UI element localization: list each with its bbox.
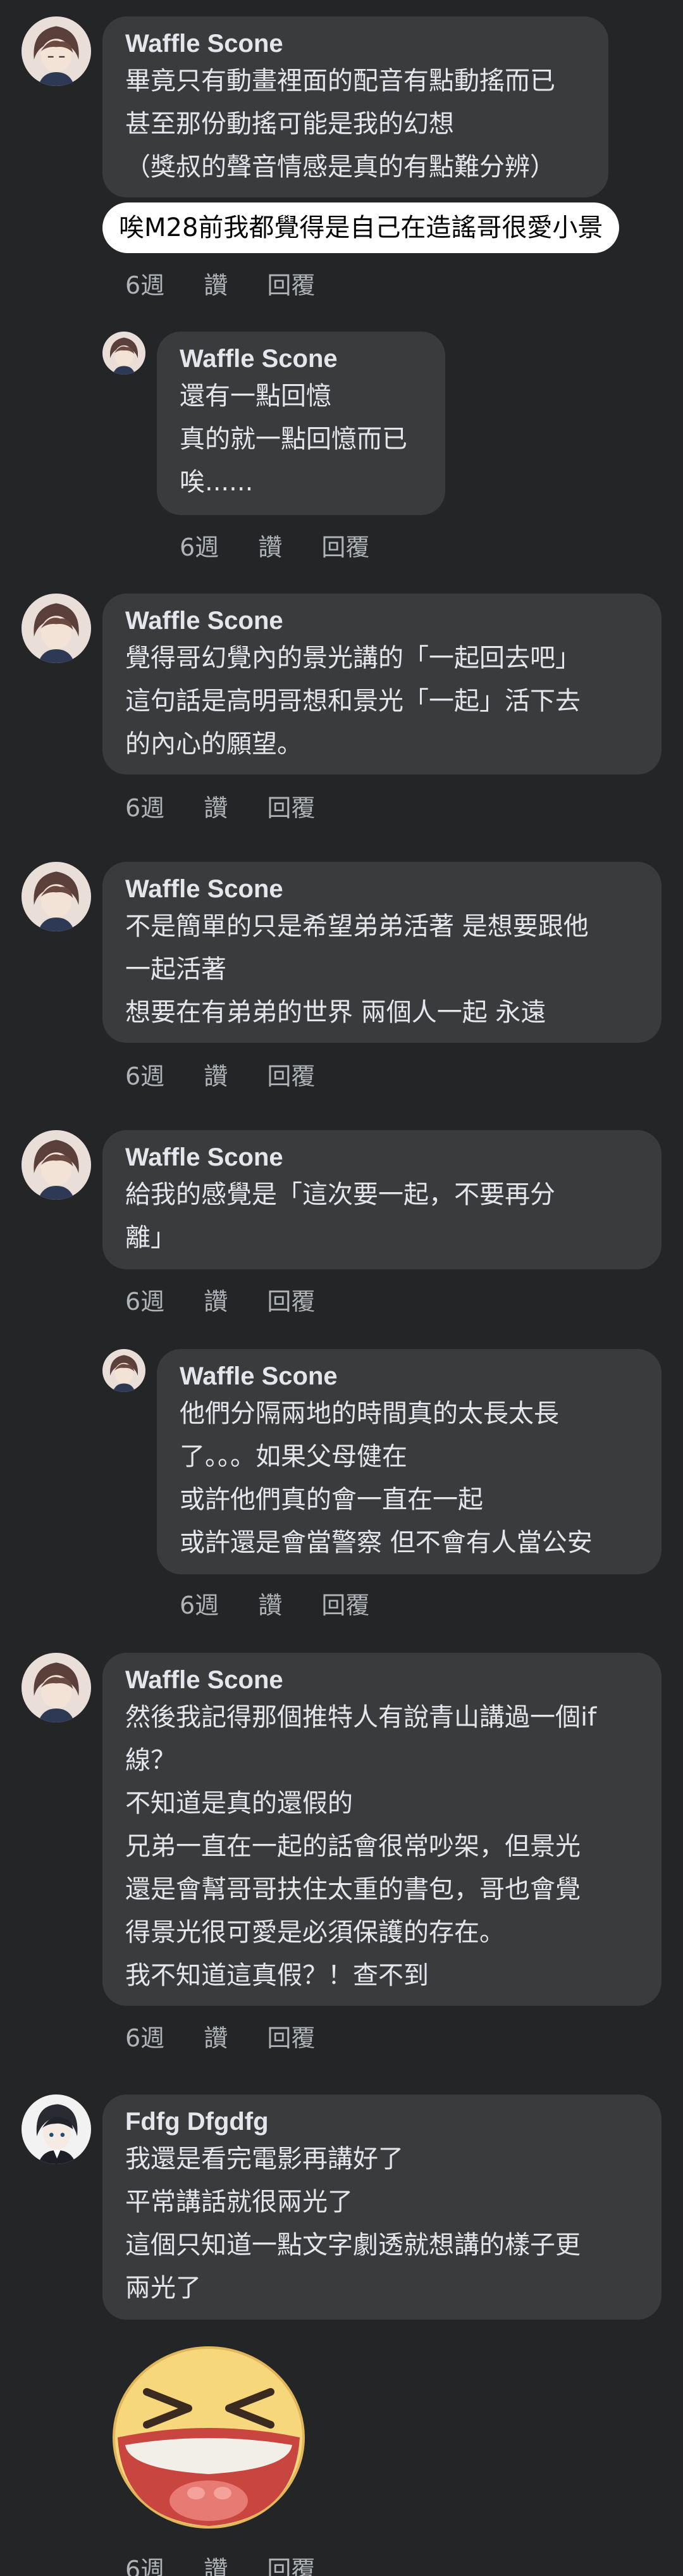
comment-actions: 6週 讚 回覆 <box>125 792 347 824</box>
comment-text-line: 我不知道這真假？！查不到 <box>125 1961 429 1990</box>
comment-text-line: 真的就一點回憶而已 <box>180 425 407 454</box>
anime-avatar-icon <box>22 16 91 86</box>
comment-actions: 6週 讚 回覆 <box>125 2554 347 2576</box>
avatar[interactable] <box>102 332 145 375</box>
anime-avatar-icon <box>22 594 91 663</box>
anime-avatar-icon <box>22 862 91 931</box>
author-name[interactable]: Waffle Scone <box>180 1360 639 1392</box>
avatar[interactable] <box>22 862 91 931</box>
avatar[interactable] <box>22 2094 91 2164</box>
comment-actions: 6週 讚 回覆 <box>180 532 401 563</box>
timestamp: 6週 <box>125 1288 165 1316</box>
comment-bubble: Waffle Scone 還有一點回憶 真的就一點回憶而已 唉...... <box>157 332 445 515</box>
comment-text-line: （獎叔的聲音情感是真的有點難分辨） <box>125 152 555 182</box>
comment-text-line: 的內心的願望。 <box>125 730 302 759</box>
comment-text-line: 這句話是高明哥想和景光「一起」活下去 <box>125 687 581 716</box>
avatar[interactable] <box>22 594 91 663</box>
author-name[interactable]: Waffle Scone <box>125 873 639 905</box>
like-button[interactable]: 讚 <box>204 1286 228 1317</box>
comment-text-line: 兩光了 <box>125 2274 201 2303</box>
comment-text-line: 給我的感覺是「這次要一起，不要再分 <box>125 1180 555 1209</box>
timestamp: 6週 <box>125 1062 165 1090</box>
comment-text-line: 我還是看完電影再講好了 <box>125 2144 403 2174</box>
like-button[interactable]: 讚 <box>204 2022 228 2054</box>
comment-text-line: 或許還是會當警察 但不會有人當公安 <box>180 1528 593 1557</box>
comment-text-line: 兄弟一直在一起的話會很常吵架，但景光 <box>125 1832 581 1861</box>
highlighted-comment-text: 唉M28前我都覺得是自己在造謠哥很愛小景 <box>102 202 620 253</box>
comment-actions: 6週 讚 回覆 <box>125 270 347 301</box>
comment-text-line: 不是簡單的只是希望弟弟活著 是想要跟他 <box>125 912 589 941</box>
comment-text-line: 唉...... <box>180 468 254 497</box>
laughing-face-sticker-icon <box>113 2346 305 2529</box>
comment-actions: 6週 讚 回覆 <box>180 1590 401 1621</box>
like-button[interactable]: 讚 <box>258 1590 282 1621</box>
reply-button[interactable]: 回覆 <box>267 2554 315 2576</box>
timestamp: 6週 <box>180 1591 219 1619</box>
comment-bubble: Waffle Scone 覺得哥幻覺內的景光講的「一起回去吧」 這句話是高明哥想… <box>102 594 661 775</box>
timestamp: 6週 <box>125 271 165 299</box>
comment-bubble: Waffle Scone 然後我記得那個推特人有說青山講過一個if 線？ 不知道… <box>102 1653 661 2006</box>
author-name[interactable]: Waffle Scone <box>125 605 639 637</box>
avatar[interactable] <box>22 1130 91 1200</box>
comment-bubble: Fdfg Dfgdfg 我還是看完電影再講好了 平常講話就很兩光了 這個只知道一… <box>102 2094 661 2320</box>
comment-text-line: 還是會幫哥哥扶住太重的書包，哥也會覺 <box>125 1875 581 1904</box>
author-name[interactable]: Waffle Scone <box>125 1664 639 1696</box>
avatar[interactable] <box>102 1349 145 1392</box>
comment-bubble: Waffle Scone 他們分隔兩地的時間真的太長太長 了。。。如果父母健在 … <box>157 1349 661 1574</box>
anime-avatar-icon <box>22 2094 91 2164</box>
comment-text-line: 離」 <box>125 1223 176 1252</box>
comment-text-line: 一起活著 <box>125 955 226 984</box>
comment-text-line: 然後我記得那個推特人有說青山講過一個if <box>125 1703 597 1732</box>
comment-text-line: 得景光很可愛是必須保護的存在。 <box>125 1918 505 1947</box>
reply-button[interactable]: 回覆 <box>321 532 369 563</box>
comment-text-line: 想要在有弟弟的世界 兩個人一起 永遠 <box>125 998 546 1027</box>
comment-text-line: 不知道是真的還假的 <box>125 1789 353 1818</box>
reply-button[interactable]: 回覆 <box>267 1061 315 1092</box>
comment-text-line: 平常講話就很兩光了 <box>125 2187 353 2217</box>
reply-button[interactable]: 回覆 <box>267 2022 315 2054</box>
comment-text-line: 他們分隔兩地的時間真的太長太長 <box>180 1399 559 1428</box>
comment-text-line: 線？ <box>125 1746 176 1775</box>
anime-avatar-icon <box>22 1130 91 1200</box>
timestamp: 6週 <box>180 533 219 561</box>
comment-bubble: Waffle Scone 不是簡單的只是希望弟弟活著 是想要跟他 一起活著 想要… <box>102 862 661 1043</box>
reply-button[interactable]: 回覆 <box>267 270 315 301</box>
author-name[interactable]: Waffle Scone <box>125 1142 639 1173</box>
comment-bubble: Waffle Scone 畢竟只有動畫裡面的配音有點動搖而已 甚至那份動搖可能是… <box>102 16 608 197</box>
reply-button[interactable]: 回覆 <box>321 1590 369 1621</box>
comment-bubble: Waffle Scone 給我的感覺是「這次要一起，不要再分 離」 <box>102 1130 661 1269</box>
comment-actions: 6週 讚 回覆 <box>125 2022 347 2054</box>
anime-avatar-icon <box>102 332 145 375</box>
comment-text-line: 甚至那份動搖可能是我的幻想 <box>125 109 454 139</box>
comment-actions: 6週 讚 回覆 <box>125 1061 347 1092</box>
avatar[interactable] <box>22 16 91 86</box>
anime-avatar-icon <box>22 1653 91 1722</box>
like-button[interactable]: 讚 <box>258 532 282 563</box>
author-name[interactable]: Waffle Scone <box>180 343 422 375</box>
comment-text-line: 還有一點回憶 <box>180 382 331 411</box>
like-button[interactable]: 讚 <box>204 2554 228 2576</box>
anime-avatar-icon <box>102 1349 145 1392</box>
timestamp: 6週 <box>125 2024 165 2052</box>
timestamp: 6週 <box>125 2556 165 2576</box>
like-button[interactable]: 讚 <box>204 270 228 301</box>
comment-text-line: 畢竟只有動畫裡面的配音有點動搖而已 <box>125 66 555 96</box>
comment-text-line: 了。。。如果父母健在 <box>180 1442 407 1471</box>
timestamp: 6週 <box>125 794 165 822</box>
avatar[interactable] <box>22 1653 91 1722</box>
sticker[interactable] <box>108 2343 310 2532</box>
comment-text-line: 覺得哥幻覺內的景光講的「一起回去吧」 <box>125 644 581 673</box>
author-name[interactable]: Fdfg Dfgdfg <box>125 2106 639 2137</box>
comment-text-line: 或許他們真的會一直在一起 <box>180 1485 483 1514</box>
comment-actions: 6週 讚 回覆 <box>125 1286 347 1317</box>
reply-button[interactable]: 回覆 <box>267 792 315 824</box>
comment-text-line: 這個只知道一點文字劇透就想講的樣子更 <box>125 2231 581 2260</box>
like-button[interactable]: 讚 <box>204 792 228 824</box>
like-button[interactable]: 讚 <box>204 1061 228 1092</box>
comment-thread: Waffle Scone 畢竟只有動畫裡面的配音有點動搖而已 甚至那份動搖可能是… <box>0 0 683 2576</box>
author-name[interactable]: Waffle Scone <box>125 28 586 59</box>
reply-button[interactable]: 回覆 <box>267 1286 315 1317</box>
